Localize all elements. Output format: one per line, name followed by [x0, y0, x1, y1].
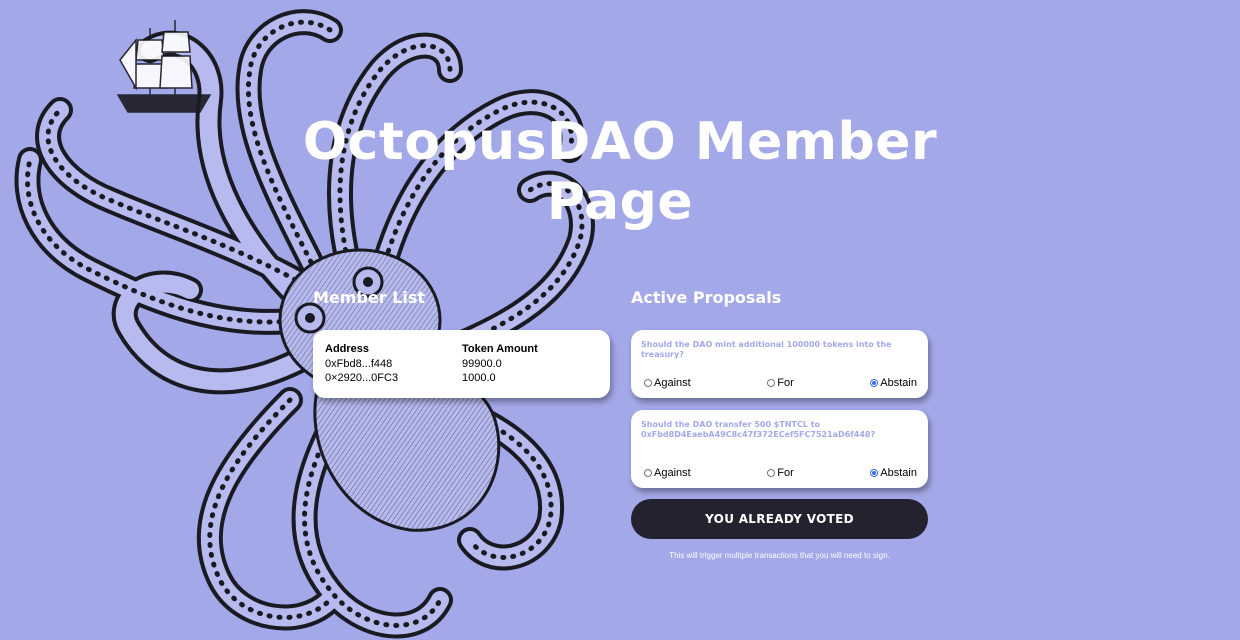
vote-option-for[interactable]: For [767, 467, 794, 479]
vote-option-label: Abstain [880, 377, 917, 389]
vote-option-abstain[interactable]: Abstain [870, 467, 917, 479]
vote-options: Against For Abstain [644, 377, 917, 389]
radio-abstain[interactable] [870, 469, 879, 477]
page-title: OctopusDAO Member Page [0, 112, 1240, 232]
proposal-question: Should the DAO transfer 500 $TNTCL to 0x… [641, 420, 876, 439]
vote-option-label: For [777, 377, 794, 389]
vote-option-label: Against [654, 467, 691, 479]
member-token-amount: 1000.0 [462, 372, 496, 384]
proposal-card: Should the DAO transfer 500 $TNTCL to 0x… [631, 410, 928, 488]
octopus-illustration [14, 9, 595, 639]
vote-option-for[interactable]: For [767, 377, 794, 389]
column-header-token-amount: Token Amount [462, 343, 538, 355]
radio-for[interactable] [767, 379, 776, 387]
vote-options: Against For Abstain [644, 467, 917, 479]
page-title-line-2: Page [546, 172, 694, 232]
vote-option-label: Abstain [880, 467, 917, 479]
member-list-heading: Member List [313, 288, 426, 307]
radio-against[interactable] [644, 469, 652, 477]
radio-for[interactable] [767, 469, 776, 477]
vote-option-label: Against [654, 377, 691, 389]
proposal-card: Should the DAO mint additional 100000 to… [631, 330, 928, 398]
transaction-footnote: This will trigger multiple transactions … [669, 551, 890, 560]
vote-submit-button[interactable]: YOU ALREADY VOTED [631, 499, 928, 539]
radio-abstain[interactable] [870, 379, 879, 387]
table-row: 0×2920...0FC3 1000.0 [325, 372, 598, 386]
page-title-line-1: OctopusDAO Member [302, 112, 938, 172]
proposal-question: Should the DAO mint additional 100000 to… [641, 340, 892, 359]
vote-option-label: For [777, 467, 794, 479]
member-table: Address Token Amount 0xFbd8...f448 99900… [325, 343, 598, 386]
vote-option-against[interactable]: Against [644, 377, 691, 389]
table-row: 0xFbd8...f448 99900.0 [325, 358, 598, 372]
radio-against[interactable] [644, 379, 652, 387]
member-address: 0×2920...0FC3 [325, 372, 399, 384]
member-list-card: Address Token Amount 0xFbd8...f448 99900… [313, 330, 610, 398]
member-address: 0xFbd8...f448 [325, 358, 393, 370]
active-proposals-heading: Active Proposals [631, 288, 782, 307]
table-header-row: Address Token Amount [325, 343, 598, 358]
member-token-amount: 99900.0 [462, 358, 502, 370]
vote-option-abstain[interactable]: Abstain [870, 377, 917, 389]
column-header-address: Address [325, 343, 370, 355]
vote-option-against[interactable]: Against [644, 467, 691, 479]
